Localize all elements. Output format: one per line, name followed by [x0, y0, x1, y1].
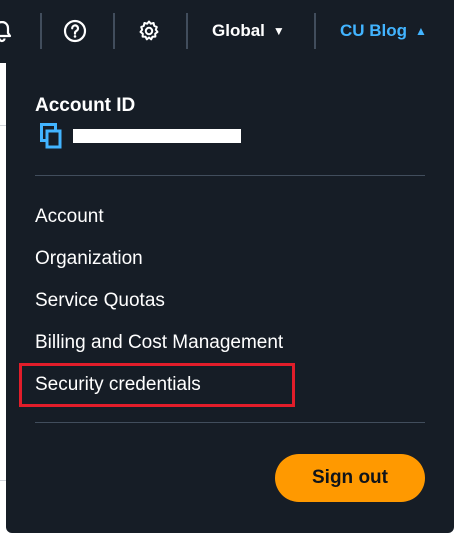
annotation-highlight-box	[19, 363, 295, 407]
menu-item-service-quotas[interactable]: Service Quotas	[35, 290, 165, 312]
menu-item-billing[interactable]: Billing and Cost Management	[35, 332, 283, 354]
redacted-account-id	[73, 129, 241, 143]
menu-divider	[35, 422, 425, 423]
menu-item-account[interactable]: Account	[35, 206, 104, 228]
account-name-label: CU Blog	[340, 21, 408, 40]
bell-icon[interactable]	[0, 19, 14, 43]
top-navigation-bar: Global ▼ CU Blog ▲	[0, 0, 454, 63]
menu-divider	[35, 175, 425, 176]
account-dropdown-menu: Account ID Account Organization Service …	[6, 63, 454, 533]
region-selector[interactable]: Global ▼	[212, 21, 285, 41]
help-icon[interactable]	[63, 19, 87, 43]
nav-divider	[314, 13, 316, 49]
nav-divider	[186, 13, 188, 49]
caret-up-icon: ▲	[415, 24, 427, 38]
account-id-heading: Account ID	[35, 95, 136, 116]
sign-out-button[interactable]: Sign out	[275, 454, 425, 502]
copy-icon[interactable]	[40, 123, 62, 149]
nav-divider	[40, 13, 42, 49]
menu-item-organization[interactable]: Organization	[35, 248, 143, 270]
region-label: Global	[212, 21, 265, 40]
caret-down-icon: ▼	[272, 24, 285, 38]
nav-divider	[113, 13, 115, 49]
gear-icon[interactable]	[137, 19, 161, 43]
account-menu-button[interactable]: CU Blog ▲	[340, 21, 427, 41]
